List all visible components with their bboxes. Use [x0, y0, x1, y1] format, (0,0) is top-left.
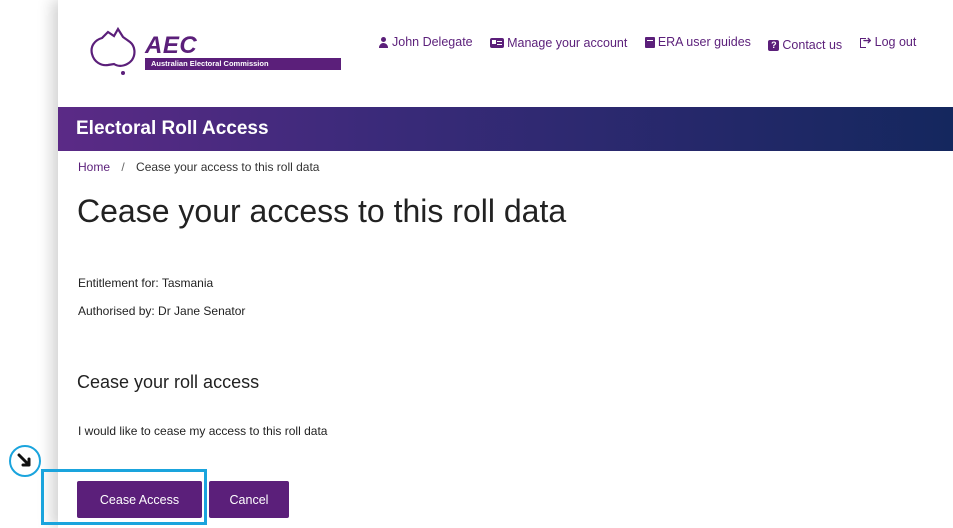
authorised-by-text: Authorised by: Dr Jane Senator: [78, 304, 246, 318]
page-panel: AEC Australian Electoral Commission John…: [58, 0, 953, 528]
logout-link[interactable]: Log out: [859, 34, 917, 49]
cease-button-highlight: [41, 469, 207, 525]
section-title: Cease your roll access: [77, 372, 260, 392]
book-icon: [644, 36, 655, 48]
cease-description: I would like to cease my access to this …: [78, 424, 328, 438]
id-card-icon: [490, 37, 505, 48]
manage-account-label: Manage your account: [507, 35, 628, 50]
logout-label: Log out: [874, 35, 917, 49]
sign-out-icon: [859, 34, 872, 48]
top-navigation: John Delegate Manage your account ERA us…: [378, 34, 930, 52]
question-icon: ?: [768, 39, 780, 51]
page-title: Cease your access to this roll data: [77, 193, 567, 229]
user-guides-label: ERA user guides: [657, 35, 751, 49]
aec-logo[interactable]: AEC Australian Electoral Commission: [86, 24, 341, 76]
pointer-arrow-icon: [17, 453, 31, 467]
map-australia-icon: [90, 26, 136, 75]
contact-us-label: Contact us: [782, 38, 843, 52]
banner-title: Electoral Roll Access: [76, 118, 269, 139]
breadcrumb-current: Cease your access to this roll data: [136, 160, 320, 174]
user-name: John Delegate: [392, 35, 473, 49]
user-guides-link[interactable]: ERA user guides: [644, 35, 751, 49]
user-icon: [378, 36, 389, 48]
user-menu-link[interactable]: John Delegate: [378, 35, 473, 49]
header-banner: Electoral Roll Access: [58, 107, 953, 151]
breadcrumb-separator: /: [121, 160, 125, 174]
breadcrumb-home-link[interactable]: Home: [78, 160, 110, 174]
logo-subtitle: Australian Electoral Commission: [145, 58, 341, 70]
contact-us-link[interactable]: ? Contact us: [768, 38, 842, 52]
breadcrumb: Home / Cease your access to this roll da…: [78, 160, 319, 174]
entitlement-text: Entitlement for: Tasmania: [78, 276, 214, 290]
logo-wordmark: AEC: [145, 32, 198, 59]
pointer-badge: [9, 445, 41, 477]
cancel-button[interactable]: Cancel: [209, 481, 289, 518]
manage-account-link[interactable]: Manage your account: [490, 36, 627, 50]
